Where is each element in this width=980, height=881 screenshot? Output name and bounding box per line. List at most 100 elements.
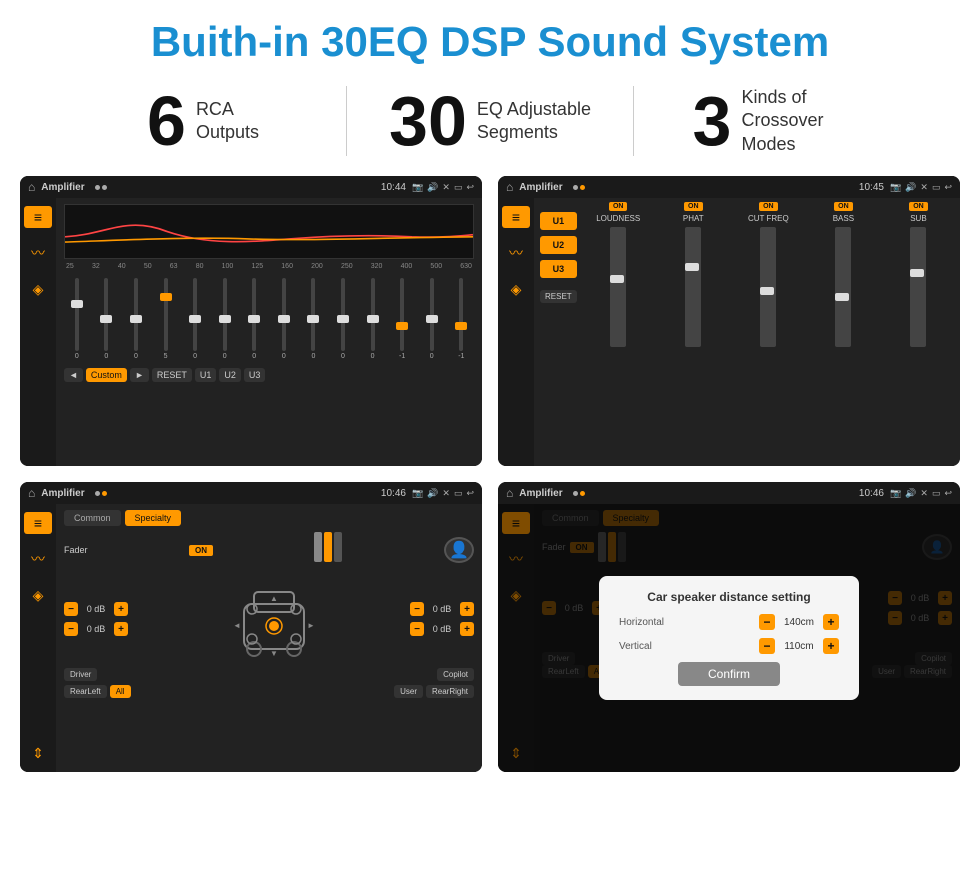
crossover-body: ≡ 〰 ◈ U1 U2 U3 RESET ON LOUDNESS [498, 198, 960, 466]
eq-slider-1[interactable]: 0 [64, 278, 90, 360]
car-diagram: ▲ ▼ ◄ ► [224, 574, 314, 664]
rearright-btn[interactable]: RearRight [426, 685, 474, 698]
specialty-tab[interactable]: Specialty [125, 510, 182, 526]
sub-on: ON [909, 202, 928, 211]
dialog-title-text: Amplifier [519, 488, 562, 499]
left-top-value: 0 dB [82, 604, 110, 614]
eq-slider-2[interactable]: 0 [94, 278, 120, 360]
dialog-box-title: Car speaker distance setting [619, 590, 839, 604]
eq-slider-13[interactable]: 0 [419, 278, 445, 360]
rect2-icon: ▭ [932, 182, 941, 193]
vertical-minus[interactable]: − [759, 638, 775, 654]
u1-btn[interactable]: U1 [540, 212, 577, 230]
eq-slider-9[interactable]: 0 [301, 278, 327, 360]
fader-label: Fader [64, 545, 88, 555]
rearleft-btn[interactable]: RearLeft [64, 685, 107, 698]
eq-sidebar-wave[interactable]: 〰 [24, 242, 52, 264]
eq-slider-5[interactable]: 0 [182, 278, 208, 360]
crossover-sidebar-vol[interactable]: ◈ [502, 278, 530, 300]
eq-sidebar-vol[interactable]: ◈ [24, 278, 52, 300]
dot4 [580, 185, 585, 190]
eq-slider-7[interactable]: 0 [241, 278, 267, 360]
stat-crossover-text: Kinds ofCrossover Modes [741, 86, 861, 156]
horizontal-plus[interactable]: + [823, 614, 839, 630]
phat-col: ON PHAT [658, 202, 729, 462]
eq-header: ⌂ Amplifier 10:44 📷 🔊 ✕ ▭ ↩ [20, 176, 482, 198]
fader-sidebar-vol[interactable]: ◈ [24, 584, 52, 606]
fader-sidebar-arrows[interactable]: ⇕ [24, 742, 52, 764]
driver-btn[interactable]: Driver [64, 668, 97, 681]
eq-slider-10[interactable]: 0 [330, 278, 356, 360]
eq-slider-6[interactable]: 0 [212, 278, 238, 360]
eq-u2-btn[interactable]: U2 [219, 368, 241, 382]
fader-slider-2[interactable] [324, 532, 332, 562]
eq-slider-3[interactable]: 0 [123, 278, 149, 360]
x2-icon: ✕ [920, 182, 928, 193]
fader-home-icon[interactable]: ⌂ [28, 486, 35, 500]
dialog-home-icon[interactable]: ⌂ [506, 486, 513, 500]
svg-text:▼: ▼ [270, 649, 278, 658]
crossover-title: Amplifier [519, 182, 562, 193]
phat-on: ON [684, 202, 703, 211]
eq-custom-btn[interactable]: Custom [86, 368, 127, 382]
eq-slider-12[interactable]: -1 [389, 278, 415, 360]
vol4-icon: 🔊 [905, 488, 916, 499]
dialog-time: 10:46 [859, 488, 884, 499]
user-btn[interactable]: User [394, 685, 423, 698]
eq-prev-btn[interactable]: ◄ [64, 368, 83, 382]
right-bottom-plus[interactable]: + [460, 622, 474, 636]
eq-next-btn[interactable]: ► [130, 368, 149, 382]
loudness-label: LOUDNESS [596, 214, 640, 223]
right-db-controls: − 0 dB + − 0 dB + [410, 602, 474, 636]
horizontal-minus[interactable]: − [759, 614, 775, 630]
dialog-overlay: Car speaker distance setting Horizontal … [498, 504, 960, 772]
eq-u1-btn[interactable]: U1 [195, 368, 217, 382]
right-bottom-minus[interactable]: − [410, 622, 424, 636]
common-tab[interactable]: Common [64, 510, 121, 526]
confirm-button[interactable]: Confirm [678, 662, 780, 686]
right-top-plus[interactable]: + [460, 602, 474, 616]
eq-slider-11[interactable]: 0 [360, 278, 386, 360]
crossover-screen: ⌂ Amplifier 10:45 📷 🔊 ✕ ▭ ↩ ≡ 〰 ◈ [498, 176, 960, 466]
left-bottom-minus[interactable]: − [64, 622, 78, 636]
left-bottom-plus[interactable]: + [114, 622, 128, 636]
all-btn[interactable]: All [110, 685, 131, 698]
fader-slider-3[interactable] [334, 532, 342, 562]
right-top-minus[interactable]: − [410, 602, 424, 616]
eq-main: 25 32 40 50 63 80 100 125 160 200 250 32… [56, 198, 482, 466]
back-icon[interactable]: ↩ [466, 182, 474, 193]
vertical-value: 110cm [779, 641, 819, 652]
eq-sidebar-eq[interactable]: ≡ [24, 206, 52, 228]
back3-icon[interactable]: ↩ [466, 488, 474, 499]
eq-slider-4[interactable]: 5 [153, 278, 179, 360]
fader-sidebar-eq[interactable]: ≡ [24, 512, 52, 534]
left-top-plus[interactable]: + [114, 602, 128, 616]
copilot-btn[interactable]: Copilot [437, 668, 474, 681]
eq-u3-btn[interactable]: U3 [244, 368, 266, 382]
left-top-minus[interactable]: − [64, 602, 78, 616]
crossover-sidebar-eq[interactable]: ≡ [502, 206, 530, 228]
back2-icon[interactable]: ↩ [944, 182, 952, 193]
home-icon[interactable]: ⌂ [28, 180, 35, 194]
right-bottom-value: 0 dB [428, 624, 456, 634]
u3-btn[interactable]: U3 [540, 260, 577, 278]
left-bottom-db: − 0 dB + [64, 622, 128, 636]
crossover-sidebar-wave[interactable]: 〰 [502, 242, 530, 264]
dot8 [580, 491, 585, 496]
u2-btn[interactable]: U2 [540, 236, 577, 254]
eq-slider-14[interactable]: -1 [449, 278, 475, 360]
eq-graph [64, 204, 474, 259]
bass-label: BASS [833, 214, 854, 223]
back4-icon[interactable]: ↩ [944, 488, 952, 499]
vertical-plus[interactable]: + [823, 638, 839, 654]
eq-body: ≡ 〰 ◈ 25 32 40 50 63 80 1 [20, 198, 482, 466]
svg-text:◄: ◄ [233, 621, 241, 630]
eq-slider-8[interactable]: 0 [271, 278, 297, 360]
crossover-home-icon[interactable]: ⌂ [506, 180, 513, 194]
fader-sidebar-wave[interactable]: 〰 [24, 548, 52, 570]
fader-on-badge: ON [189, 545, 213, 556]
dialog-box: Car speaker distance setting Horizontal … [599, 576, 859, 700]
fader-slider-1[interactable] [314, 532, 322, 562]
eq-reset-btn[interactable]: RESET [152, 368, 192, 382]
crossover-reset-btn[interactable]: RESET [540, 290, 577, 303]
